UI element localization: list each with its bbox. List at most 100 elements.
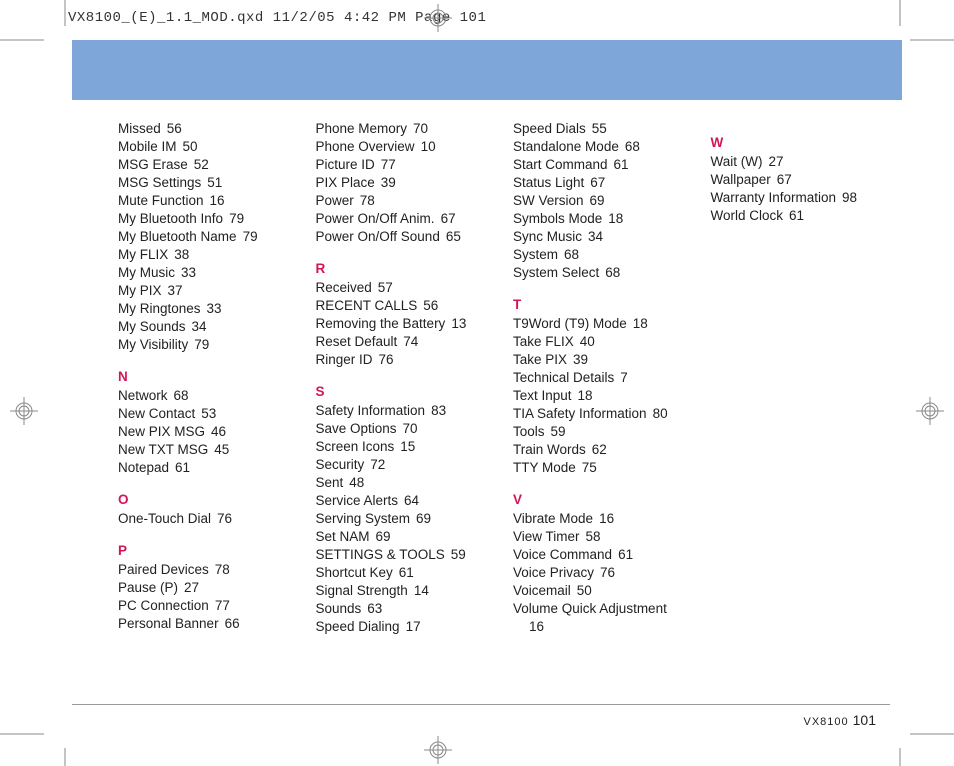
section-heading: T bbox=[513, 296, 681, 314]
entry-page: 70 bbox=[403, 421, 418, 436]
entry-page: 67 bbox=[441, 211, 456, 226]
entry-term: Standalone Mode bbox=[513, 139, 619, 154]
entry-page: 67 bbox=[590, 175, 605, 190]
entry-term: System Select bbox=[513, 265, 599, 280]
index-entry: Ringer ID76 bbox=[316, 351, 484, 369]
index-entry: T9Word (T9) Mode18 bbox=[513, 315, 681, 333]
entry-page: 38 bbox=[174, 247, 189, 262]
index-column: WWait (W)27Wallpaper67Warranty Informati… bbox=[711, 120, 879, 636]
entry-term: RECENT CALLS bbox=[316, 298, 418, 313]
index-entry: Service Alerts64 bbox=[316, 492, 484, 510]
entry-term: Service Alerts bbox=[316, 493, 399, 508]
header-band bbox=[72, 40, 902, 100]
entry-term: SW Version bbox=[513, 193, 584, 208]
entry-term: My PIX bbox=[118, 283, 162, 298]
entry-page: 33 bbox=[207, 301, 222, 316]
index-entry: Volume Quick Adjustment bbox=[513, 600, 681, 618]
entry-term: Power On/Off Sound bbox=[316, 229, 440, 244]
footer-page-number: 101 bbox=[853, 712, 876, 728]
entry-page: 56 bbox=[423, 298, 438, 313]
index-entry: Text Input18 bbox=[513, 387, 681, 405]
index-entry: Phone Memory70 bbox=[316, 120, 484, 138]
entry-term: Tools bbox=[513, 424, 545, 439]
entry-term: New PIX MSG bbox=[118, 424, 205, 439]
index-entry: Sync Music34 bbox=[513, 228, 681, 246]
entry-page: 65 bbox=[446, 229, 461, 244]
index-entry: Voice Privacy76 bbox=[513, 564, 681, 582]
entry-term: Set NAM bbox=[316, 529, 370, 544]
entry-term: Wallpaper bbox=[711, 172, 771, 187]
index-column: Phone Memory70Phone Overview10Picture ID… bbox=[316, 120, 484, 636]
index-entry: Take PIX39 bbox=[513, 351, 681, 369]
entry-page: 77 bbox=[215, 598, 230, 613]
index-entry: My Sounds34 bbox=[118, 318, 286, 336]
index-entry: SW Version69 bbox=[513, 192, 681, 210]
index-entry: My Bluetooth Name79 bbox=[118, 228, 286, 246]
index-entry: Take FLIX40 bbox=[513, 333, 681, 351]
entry-page: 34 bbox=[588, 229, 603, 244]
index-entry: Removing the Battery13 bbox=[316, 315, 484, 333]
entry-term: MSG Erase bbox=[118, 157, 188, 172]
index-entry: Personal Banner66 bbox=[118, 615, 286, 633]
index-entry: Serving System69 bbox=[316, 510, 484, 528]
entry-page: 39 bbox=[573, 352, 588, 367]
entry-page: 16 bbox=[599, 511, 614, 526]
entry-term: My Ringtones bbox=[118, 301, 201, 316]
index-entry: Mobile IM50 bbox=[118, 138, 286, 156]
entry-page: 58 bbox=[586, 529, 601, 544]
entry-term: Speed Dials bbox=[513, 121, 586, 136]
index-entry: Sounds63 bbox=[316, 600, 484, 618]
index-entry: My FLIX 38 bbox=[118, 246, 286, 264]
entry-page: 53 bbox=[201, 406, 216, 421]
section-heading: S bbox=[316, 383, 484, 401]
entry-page: 13 bbox=[451, 316, 466, 331]
entry-term: Picture ID bbox=[316, 157, 375, 172]
entry-term: Vibrate Mode bbox=[513, 511, 593, 526]
index-entry: Power On/Off Anim.67 bbox=[316, 210, 484, 228]
entry-page: 52 bbox=[194, 157, 209, 172]
entry-term: My FLIX bbox=[118, 247, 168, 262]
entry-term: View Timer bbox=[513, 529, 580, 544]
entry-term: Shortcut Key bbox=[316, 565, 393, 580]
section-heading: R bbox=[316, 260, 484, 278]
entry-term: T9Word (T9) Mode bbox=[513, 316, 627, 331]
entry-page: 79 bbox=[243, 229, 258, 244]
entry-page: 18 bbox=[578, 388, 593, 403]
page-footer: VX8100 101 bbox=[803, 712, 876, 728]
index-entry: Paired Devices78 bbox=[118, 561, 286, 579]
footer-model: VX8100 bbox=[803, 716, 848, 728]
entry-page: 74 bbox=[403, 334, 418, 349]
entry-term: TTY Mode bbox=[513, 460, 576, 475]
entry-term: Status Light bbox=[513, 175, 584, 190]
entry-term: Voice Command bbox=[513, 547, 612, 562]
entry-page: 27 bbox=[184, 580, 199, 595]
entry-term: My Bluetooth Info bbox=[118, 211, 223, 226]
index-entry: System68 bbox=[513, 246, 681, 264]
entry-page: 57 bbox=[378, 280, 393, 295]
index-entry: Speed Dials55 bbox=[513, 120, 681, 138]
entry-page: 98 bbox=[842, 190, 857, 205]
entry-page: 62 bbox=[592, 442, 607, 457]
entry-term: Mobile IM bbox=[118, 139, 177, 154]
entry-term: SETTINGS & TOOLS bbox=[316, 547, 445, 562]
entry-page: 51 bbox=[207, 175, 222, 190]
prepress-header: VX8100_(E)_1.1_MOD.qxd 11/2/05 4:42 PM P… bbox=[0, 0, 954, 26]
entry-term: Screen Icons bbox=[316, 439, 395, 454]
index-entry: Safety Information83 bbox=[316, 402, 484, 420]
index-entry: My Music33 bbox=[118, 264, 286, 282]
section-heading: P bbox=[118, 542, 286, 560]
index-entry: Save Options70 bbox=[316, 420, 484, 438]
index-entry: My Bluetooth Info79 bbox=[118, 210, 286, 228]
entry-page: 59 bbox=[451, 547, 466, 562]
index-entry: World Clock61 bbox=[711, 207, 879, 225]
index-entry: New PIX MSG46 bbox=[118, 423, 286, 441]
index-entry: New TXT MSG45 bbox=[118, 441, 286, 459]
entry-page: 68 bbox=[174, 388, 189, 403]
index-entry: Power On/Off Sound 65 bbox=[316, 228, 484, 246]
entry-page: 34 bbox=[192, 319, 207, 334]
entry-term: Volume Quick Adjustment bbox=[513, 601, 667, 616]
entry-term: Mute Function bbox=[118, 193, 204, 208]
entry-term: Personal Banner bbox=[118, 616, 219, 631]
entry-term: MSG Settings bbox=[118, 175, 201, 190]
entry-term: Voicemail bbox=[513, 583, 571, 598]
